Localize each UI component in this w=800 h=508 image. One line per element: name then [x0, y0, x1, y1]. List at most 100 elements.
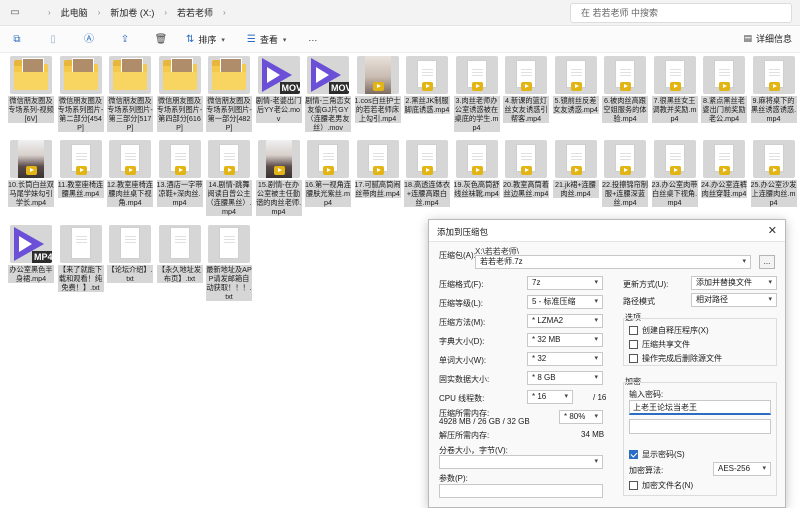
path-mode-select[interactable]: 相对路径 ▾	[691, 293, 777, 307]
archive-name-input[interactable]: 若若老师.7z ▾	[475, 255, 751, 269]
search-input[interactable]: 在 若若老师 中搜索	[570, 3, 792, 23]
params-label: 参数(P):	[439, 474, 468, 483]
video-badge-icon	[768, 166, 780, 175]
format-select[interactable]: 7z ▾	[527, 276, 603, 290]
text-file-icon	[70, 227, 91, 259]
file-thumbnail	[208, 140, 250, 178]
dict-select[interactable]: * 32 MB ▾	[527, 333, 603, 347]
share-icon[interactable]: ⇪	[116, 32, 134, 48]
file-name: 20.教室高筒着丝边黑丝.mp4	[503, 180, 549, 198]
browse-button[interactable]: ...	[759, 255, 775, 269]
password-input[interactable]: 上老王论坛当老王	[629, 400, 771, 415]
file-thumbnail	[455, 140, 498, 178]
mem-comp-value: 4928 MB / 26 GB / 32 GB	[439, 417, 530, 426]
file-name: 【论坛介绍】.txt	[107, 265, 153, 283]
file-name: 微信朋友圈及专场系列图片-第一部分[482P]	[206, 96, 252, 132]
folder-icon	[63, 58, 98, 90]
file-name: 5.镜前丝反差女友诱惑.mp4	[552, 96, 599, 114]
copy-icon[interactable]: ⧉	[8, 32, 26, 48]
view-button[interactable]: ☰ 查看 ▾	[247, 33, 287, 46]
update-select[interactable]: 添加并替换文件 ▾	[691, 276, 777, 290]
file-thumbnail	[59, 225, 102, 263]
details-button[interactable]: ▤ 详细信息	[743, 32, 792, 45]
show-password-checkbox[interactable]: 显示密码(S)	[629, 449, 685, 460]
details-pane-icon: ▤	[743, 33, 752, 43]
chevron-down-icon: ▾	[594, 458, 598, 465]
video-badge-icon	[768, 82, 780, 91]
file-name: 4.新课的篮灯丝女友诱惑引帮客.mp4	[503, 96, 549, 123]
file-name: 微信朋友圈及专场系列图片-第三部分[517P]	[107, 96, 153, 132]
dialog-title: 添加到压缩包	[437, 227, 489, 237]
text-file-icon	[219, 227, 239, 259]
dialog-titlebar: 添加到压缩包 ✕	[429, 220, 785, 242]
file-name: 【来了就能下载和观看！纯免费！】.txt	[57, 265, 104, 292]
threads-select[interactable]: * 16 ▾	[527, 390, 573, 404]
format-badge: MP4	[32, 251, 52, 263]
video-badge-icon	[372, 166, 384, 175]
shared-checkbox[interactable]: 压缩共享文件	[629, 339, 690, 350]
file-name: 24.办公室连裤肉丝穿鞋.mp4	[701, 180, 747, 198]
file-thumbnail	[257, 140, 300, 178]
video-badge-icon	[521, 166, 532, 175]
file-thumbnail	[505, 140, 547, 178]
chevron-down-icon: ▾	[594, 355, 598, 362]
delete-after-checkbox[interactable]: 操作完成后删除源文件	[629, 353, 722, 364]
mem-decomp-label: 解压所需内存:	[439, 431, 490, 440]
close-icon[interactable]: ✕	[768, 224, 777, 237]
solid-select[interactable]: * 8 GB ▾	[527, 371, 603, 385]
more-button[interactable]: ···	[308, 35, 317, 45]
threads-total: / 16	[593, 393, 607, 402]
monitor-icon[interactable]: ▭	[8, 6, 22, 20]
sort-button[interactable]: ⇅ 排序 ▾	[186, 33, 225, 46]
chevron-down-icon: ▾	[768, 279, 772, 286]
chevron-down-icon: ▾	[594, 298, 598, 305]
breadcrumb-this-pc[interactable]: 此电脑	[57, 6, 92, 19]
chevron-down-icon: ▾	[768, 296, 772, 303]
file-name: 剧情-三角恋女友偷GJ片GY（连腰老男友丝）.mov	[305, 96, 351, 132]
path-mode-label: 路径模式	[623, 297, 655, 306]
file-thumbnail	[158, 225, 201, 263]
encrypt-names-checkbox[interactable]: 加密文件名(N)	[629, 480, 693, 491]
params-input[interactable]	[439, 484, 603, 498]
rename-icon[interactable]: Ⓐ	[80, 32, 98, 48]
breadcrumb-drive[interactable]: 新加卷 (X:)	[106, 6, 158, 19]
file-thumbnail	[752, 56, 795, 94]
delete-icon[interactable]: 🗑	[152, 32, 170, 48]
file-name: 最新地址及APP请发邮箱自动获取！！！.txt	[206, 265, 252, 301]
file-thumbnail	[109, 56, 151, 94]
password-label: 输入密码:	[629, 390, 664, 399]
password-confirm-input[interactable]	[629, 419, 771, 434]
file-thumbnail: MOV	[257, 56, 300, 94]
file-name: 11.教室座椅连腰黑丝.mp4	[57, 180, 104, 198]
chevron-down-icon: ▾	[221, 36, 225, 44]
file-name: 微信朋友圈及专场系列-视频[6V]	[8, 96, 54, 123]
file-thumbnail	[703, 140, 745, 178]
word-select[interactable]: * 32 ▾	[527, 352, 603, 366]
mem-percent-select[interactable]: * 80% ▾	[559, 410, 603, 424]
method-select[interactable]: * LZMA2 ▾	[527, 314, 603, 328]
file-thumbnail	[505, 56, 547, 94]
video-badge-icon	[26, 166, 37, 175]
split-select[interactable]: ▾	[439, 455, 603, 469]
chevron-down-icon: ▾	[594, 374, 598, 381]
video-badge-icon	[570, 82, 582, 91]
file-thumbnail	[406, 140, 448, 178]
sfx-checkbox[interactable]: 创建自释压程序(X)	[629, 325, 709, 336]
video-badge-icon	[174, 166, 186, 175]
breadcrumb-folder[interactable]: 若若老师	[173, 6, 217, 19]
method-label: 压缩方法(M):	[439, 318, 486, 327]
file-name: 7.很黑丝女王调教并奖励.mp4	[651, 96, 698, 123]
enc-method-select[interactable]: AES-256 ▾	[713, 462, 771, 476]
paste-icon[interactable]: ▯	[44, 32, 62, 48]
video-badge-icon	[471, 82, 483, 91]
file-thumbnail	[10, 56, 52, 94]
file-thumbnail	[554, 56, 597, 94]
chevron-right-icon: ›	[48, 8, 51, 17]
video-badge-icon	[669, 82, 681, 91]
file-thumbnail	[158, 56, 201, 94]
level-select[interactable]: 5 - 标准压缩 ▾	[527, 295, 603, 309]
file-thumbnail	[10, 140, 52, 178]
file-name: 6.被肉丝高跟空姐服务的体验.mp4	[602, 96, 648, 123]
chevron-down-icon: ▾	[282, 36, 287, 44]
file-name: 10.长筒白丝双马尾学妹勾引学长.mp4	[8, 180, 54, 207]
